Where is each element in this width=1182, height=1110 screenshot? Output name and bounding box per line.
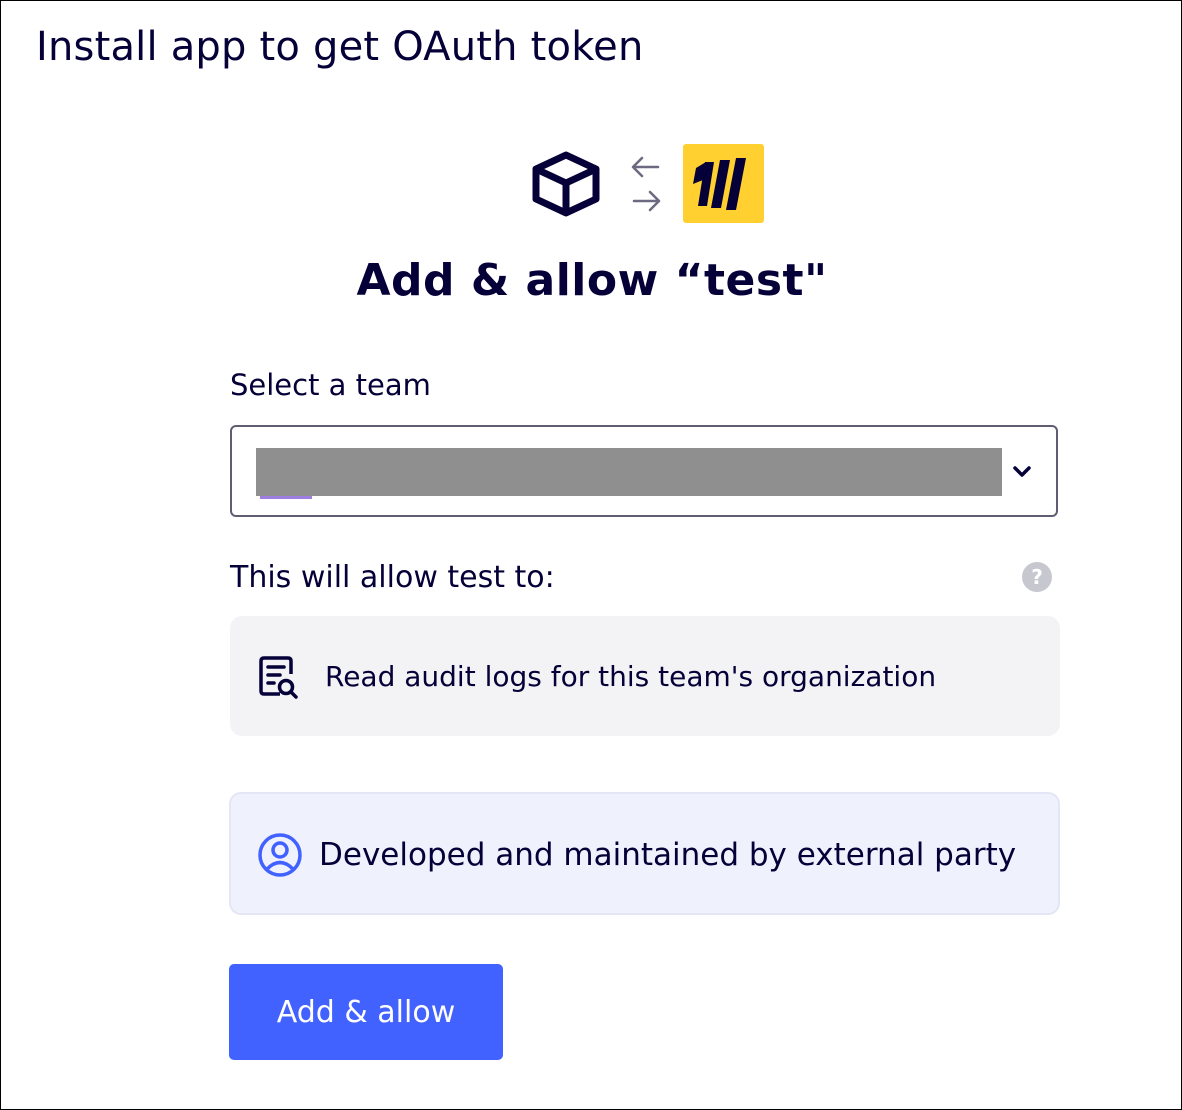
dialog-heading: Add & allow “test" (356, 255, 828, 306)
miro-logo-mark (693, 158, 746, 210)
team-select-label: Select a team (230, 368, 431, 402)
page-title: Install app to get OAuth token (36, 24, 644, 70)
swap-arrows-icon (631, 156, 661, 212)
user-circle-icon (258, 833, 302, 877)
add-allow-button[interactable]: Add & allow (229, 964, 503, 1060)
permissions-label: This will allow test to: (230, 560, 555, 595)
permission-text: Read audit logs for this team's organiza… (325, 660, 937, 693)
team-select[interactable] (230, 425, 1058, 517)
cube-icon (532, 151, 600, 217)
developer-notice-text: Developed and maintained by external par… (319, 837, 1017, 873)
chevron-down-icon (1013, 466, 1031, 477)
team-select-value (256, 448, 1002, 496)
permission-item: Read audit logs for this team's organiza… (230, 616, 1060, 736)
help-icon[interactable]: ? (1022, 562, 1052, 592)
audit-log-icon (259, 656, 298, 699)
miro-logo (683, 144, 764, 223)
team-value-underline (260, 496, 312, 499)
developer-notice: Developed and maintained by external par… (229, 792, 1060, 915)
page-frame: Install app to get OAuth token Add & all… (0, 0, 1182, 1110)
